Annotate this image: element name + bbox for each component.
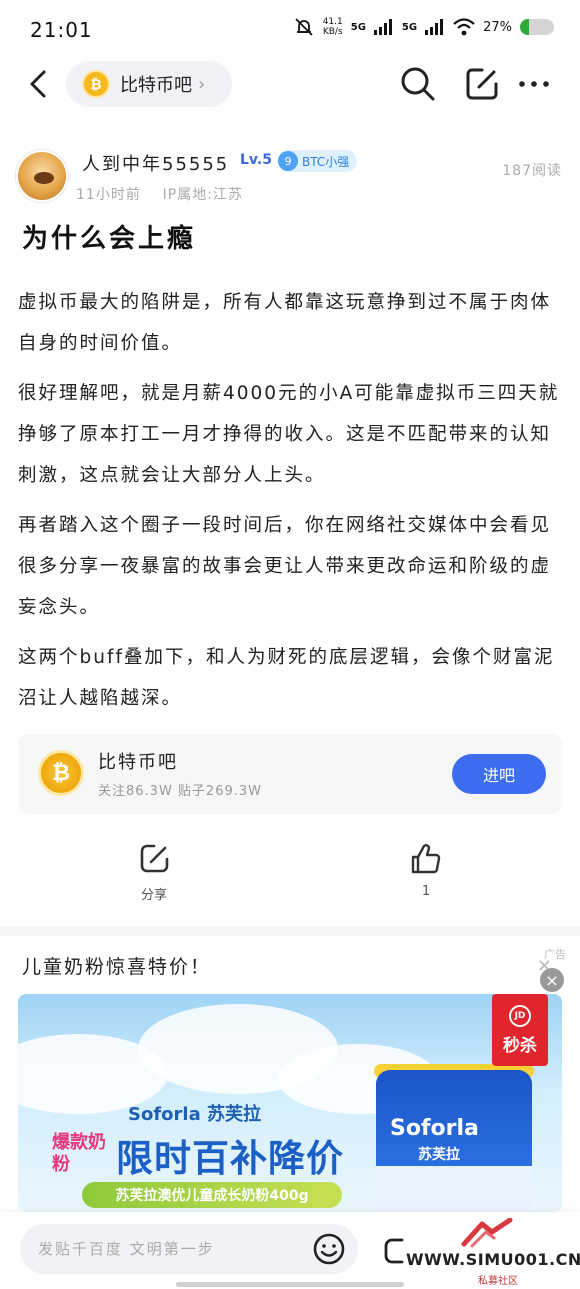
mute-bell-icon xyxy=(295,18,313,36)
author-name[interactable]: 人到中年55555 xyxy=(82,150,229,176)
member-badge-number: 9 xyxy=(278,151,298,171)
forum-card-stats: 关注86.3W 贴子269.3W xyxy=(98,784,263,799)
signal-label-1: 5G xyxy=(350,21,366,33)
jd-logo-icon: JD xyxy=(509,1004,531,1027)
ad-tag: 爆款奶粉 xyxy=(52,1132,106,1175)
net-speed-unit: KB/s xyxy=(322,27,343,37)
post-meta: 11小时前 IP属地:江苏 xyxy=(76,184,243,204)
watermark-logo-icon xyxy=(461,1218,513,1248)
product-can-brand: Soforla xyxy=(390,1116,479,1141)
thumbs-up-icon xyxy=(411,844,441,874)
chevron-right-icon: › xyxy=(198,73,206,95)
bitcoin-icon: ₿ xyxy=(38,750,84,796)
battery-icon xyxy=(520,19,554,35)
signal-label-2: 5G xyxy=(401,21,418,33)
edit-post-icon[interactable] xyxy=(462,64,502,104)
forum-card-name: 比特币吧 xyxy=(98,752,178,773)
ip-location: IP属地:江苏 xyxy=(162,187,243,203)
watermark-subtext: 私募社区 xyxy=(478,1276,518,1287)
post-paragraph: 再者踏入这个圈子一段时间后，你在网络社交媒体中会看见很多分享一夜暴富的故事会更让… xyxy=(18,515,552,618)
status-time: 21:01 xyxy=(30,18,93,42)
share-label: 分享 xyxy=(140,888,167,903)
post-body: 虚拟币最大的陷阱是，所有人都靠这玩意挣到过不属于肉体自身的时间价值。 很好理解吧… xyxy=(18,282,560,728)
ad-title[interactable]: 儿童奶粉惊喜特价！ xyxy=(22,952,211,979)
status-bar: 21:01 41.1 KB/s 5G 5G 27% xyxy=(0,0,580,56)
post-paragraph: 虚拟币最大的陷阱是，所有人都靠这玩意挣到过不属于肉体自身的时间价值。 xyxy=(18,292,552,354)
share-button[interactable]: 分享 xyxy=(124,842,184,903)
signal-bars-icon xyxy=(373,19,392,35)
forum-pill-label: 比特币吧 xyxy=(120,75,192,96)
share-icon xyxy=(140,844,169,873)
status-icons: 41.1 KB/s 5G 5G 27% xyxy=(293,16,554,38)
read-count: 187阅读 xyxy=(502,163,562,179)
home-indicator xyxy=(176,1282,404,1287)
comment-input[interactable] xyxy=(20,1224,358,1274)
watermark-text: WWW.SIMU001.CN xyxy=(406,1250,580,1269)
signal-bars-icon xyxy=(425,19,444,35)
nav-bar: ₿ 比特币吧 › xyxy=(0,56,580,112)
emoji-icon[interactable] xyxy=(312,1232,346,1266)
bitcoin-icon: ₿ xyxy=(82,70,110,98)
enter-forum-button[interactable]: 进吧 xyxy=(452,754,546,794)
avatar[interactable] xyxy=(16,150,68,202)
forum-card[interactable]: ₿ 比特币吧 关注86.3W 贴子269.3W 进吧 xyxy=(18,734,562,814)
ad-brand: Soforla 苏芙拉 xyxy=(128,1104,261,1125)
ad-product-name: 苏芙拉澳优儿童成长奶粉400g xyxy=(82,1182,342,1208)
net-speed-value: 41.1 xyxy=(322,17,343,27)
author-header: 人到中年55555 Lv.5 9 BTC小强 11小时前 IP属地:江苏 187… xyxy=(16,144,564,210)
jd-flash-sale-text: 秒杀 xyxy=(503,1035,537,1056)
like-count: 1 xyxy=(421,884,431,899)
watermark: WWW.SIMU001.CN 私募社区 xyxy=(406,1218,580,1287)
like-button[interactable]: 1 xyxy=(396,842,456,899)
net-speed: 41.1 KB/s xyxy=(323,17,343,37)
member-badge-label: BTC小强 xyxy=(302,154,350,169)
ad-close-button[interactable]: × xyxy=(540,968,564,992)
bottom-bar: WWW.SIMU001.CN 私募社区 xyxy=(0,1212,580,1289)
battery-percent: 27% xyxy=(483,19,512,35)
comment-icon[interactable] xyxy=(382,1234,406,1268)
product-can-image xyxy=(376,1070,532,1212)
ad-headline: 限时百补降价 xyxy=(116,1137,344,1180)
post-paragraph: 很好理解吧，就是月薪4000元的小A可能靠虚拟币三四天就挣够了原本打工一月才挣得… xyxy=(18,383,560,486)
more-icon[interactable] xyxy=(514,64,554,104)
level-badge: Lv.5 xyxy=(240,152,272,168)
back-arrow-icon[interactable] xyxy=(22,66,58,102)
wifi-icon xyxy=(453,18,475,36)
battery-fill xyxy=(520,19,530,35)
post-paragraph: 这两个buff叠加下，和人为财死的底层逻辑，会像个财富泥沼让人越陷越深。 xyxy=(18,647,555,709)
post-title: 为什么会上瘾 xyxy=(22,224,197,254)
jd-flash-sale-badge: JD 秒杀 xyxy=(492,994,548,1066)
ad-banner[interactable]: Soforla 苏芙拉 爆款奶粉 限时百补降价 苏芙拉澳优儿童成长奶粉400g … xyxy=(18,994,562,1212)
forum-pill-button[interactable]: ₿ 比特币吧 › xyxy=(66,61,232,107)
post-time: 11小时前 xyxy=(76,187,141,203)
product-can-cn: 苏芙拉 xyxy=(418,1147,460,1163)
member-badge: 9 BTC小强 xyxy=(278,150,358,172)
search-icon[interactable] xyxy=(398,64,438,104)
section-divider xyxy=(0,926,580,936)
